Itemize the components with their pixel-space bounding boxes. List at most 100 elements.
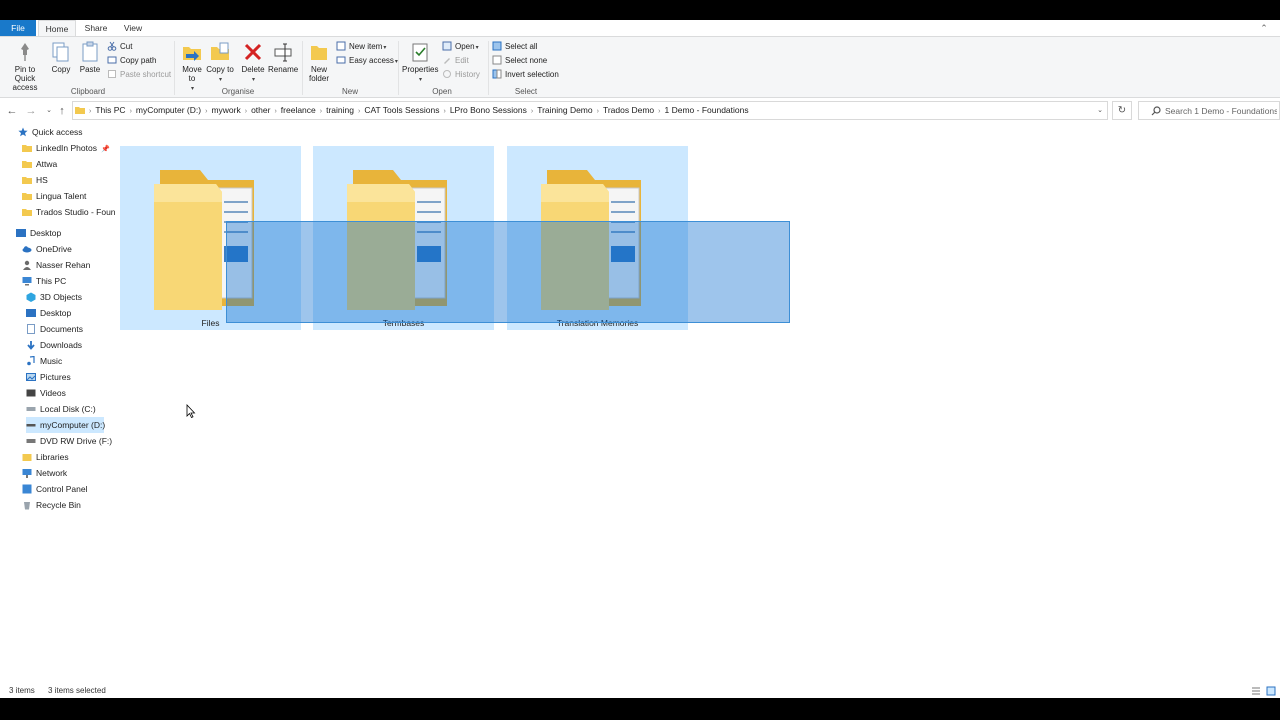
nav-pc-item[interactable]: DVD RW Drive (F:) (26, 433, 112, 449)
breadcrumb-item[interactable]: training (324, 102, 356, 119)
control-panel-icon (22, 484, 32, 494)
delete-label: Delete ▾ (241, 65, 265, 83)
pin-icon[interactable]: 📌 (101, 146, 110, 153)
address-bar[interactable]: › This PC › myComputer (D:) › mywork › other › fr… (72, 101, 1108, 120)
tab-home[interactable]: Home (38, 20, 76, 36)
copy-to-button[interactable]: Copy to ▾ (206, 41, 234, 85)
nav-pc-item[interactable]: Pictures (26, 369, 71, 385)
nav-item-label: Recycle Bin (36, 500, 81, 510)
nav-network[interactable]: Network (22, 465, 67, 481)
delete-x-icon (244, 43, 262, 61)
nav-quick-access[interactable]: Quick access (18, 124, 83, 140)
nav-item-label: HS (36, 175, 48, 185)
nav-control-panel[interactable]: Control Panel (22, 481, 88, 497)
new-folder-button[interactable]: New folder (304, 41, 334, 85)
move-to-button[interactable]: Move to ▾ (178, 41, 206, 92)
search-input[interactable] (1165, 102, 1277, 119)
nav-item-label: Libraries (36, 452, 69, 462)
paste-label: Paste (79, 65, 101, 74)
nav-item-label: DVD RW Drive (F:) (40, 436, 113, 446)
paste-shortcut-button[interactable]: Paste shortcut (107, 69, 171, 81)
nav-quick-item[interactable]: HS (22, 172, 48, 188)
nav-pc-item[interactable]: Downloads (26, 337, 82, 353)
folder-icon (22, 193, 32, 200)
breadcrumb-item[interactable]: CAT Tools Sessions (362, 102, 441, 119)
address-dropdown-chevron-icon[interactable]: ⌄ (1097, 102, 1103, 119)
breadcrumb-item[interactable]: myComputer (D:) (134, 102, 203, 119)
refresh-icon[interactable]: ↻ (1112, 101, 1132, 120)
select-all-button[interactable]: Select all (492, 41, 537, 53)
nav-pc-item[interactable]: 3D Objects (26, 289, 82, 305)
recent-locations-chevron-icon[interactable]: ⌄ (42, 104, 56, 118)
nav-user[interactable]: Nasser Rehan (22, 257, 90, 273)
nav-libraries[interactable]: Libraries (22, 449, 69, 465)
breadcrumb-item[interactable]: other (249, 102, 272, 119)
breadcrumb-item[interactable]: Training Demo (535, 102, 594, 119)
large-icons-view-icon[interactable] (1266, 686, 1276, 696)
nav-pc-item[interactable]: Desktop (26, 305, 71, 321)
mouse-cursor-icon (186, 404, 196, 418)
copy-path-button[interactable]: Copy path (107, 55, 156, 67)
folder-icon (75, 107, 85, 114)
history-icon (443, 70, 451, 78)
paste-button[interactable]: Paste (76, 41, 104, 85)
video-icon (26, 389, 36, 397)
nav-item-label: This PC (36, 276, 67, 286)
invert-selection-button[interactable]: Invert selection (492, 69, 559, 81)
easy-access-label: Easy access (349, 56, 394, 65)
back-arrow-icon[interactable]: ← (5, 104, 19, 118)
nav-pc-item[interactable]: myComputer (D:) (26, 417, 105, 433)
details-view-icon[interactable] (1251, 686, 1261, 696)
tab-file[interactable]: File (0, 20, 36, 36)
breadcrumb-item[interactable]: freelance (279, 102, 318, 119)
cut-button[interactable]: Cut (107, 41, 132, 53)
tab-view[interactable]: View (116, 20, 150, 36)
nav-onedrive[interactable]: OneDrive (22, 241, 72, 257)
navigation-pane: Quick access LinkedIn Photos 📌 Attwa HS Lingu… (0, 124, 116, 684)
nav-quick-item[interactable]: Trados Studio - Foun (22, 204, 116, 220)
nav-item-label: Network (36, 468, 68, 478)
breadcrumb-item[interactable]: 1 Demo - Foundations (663, 102, 751, 119)
nav-pc-item[interactable]: Videos (26, 385, 66, 401)
nav-pc-item[interactable]: Music (26, 353, 62, 369)
copy-button[interactable]: Copy (46, 41, 76, 85)
breadcrumb-item[interactable]: LPro Bono Sessions (448, 102, 529, 119)
select-none-button[interactable]: Select none (492, 55, 547, 67)
nav-desktop[interactable]: Desktop (16, 225, 61, 241)
nav-item-label: Trados Studio - Foun (36, 207, 116, 217)
rename-button[interactable]: Rename (268, 41, 298, 85)
breadcrumb-item[interactable]: Trados Demo (601, 102, 656, 119)
nav-quick-item[interactable]: Lingua Talent (22, 188, 86, 204)
properties-button[interactable]: Properties ▾ (402, 41, 438, 85)
chevron-up-icon[interactable]: ⌃ (1256, 22, 1272, 34)
nav-recycle-bin[interactable]: Recycle Bin (22, 497, 81, 513)
delete-button[interactable]: Delete ▾ (238, 41, 268, 85)
nav-pc-item[interactable]: Documents (26, 321, 83, 337)
drive-icon (26, 424, 36, 427)
breadcrumb-item[interactable]: mywork (209, 102, 242, 119)
nav-item-label: Downloads (40, 340, 83, 350)
nav-item-label: Attwa (36, 159, 58, 169)
nav-this-pc[interactable]: This PC (22, 273, 66, 289)
up-arrow-icon[interactable]: ↑ (55, 104, 69, 118)
edit-button[interactable]: Edit (442, 55, 469, 67)
forward-arrow-icon[interactable]: → (24, 104, 38, 118)
open-button[interactable]: Open▾ (442, 41, 479, 53)
pin-to-quick-access-button[interactable]: Pin to Quick access (4, 41, 46, 92)
nav-item-label: Nasser Rehan (36, 260, 91, 270)
ribbon: Pin to Quick access Copy Paste Cut Copy … (0, 36, 1280, 98)
ribbon-separator (302, 41, 303, 95)
open-label: Open (455, 42, 475, 51)
new-item-button[interactable]: New item▾ (336, 41, 386, 53)
ribbon-separator (398, 41, 399, 95)
nav-quick-item[interactable]: LinkedIn Photos 📌 (22, 140, 110, 156)
nav-quick-item[interactable]: Attwa (22, 156, 57, 172)
history-button[interactable]: History (442, 69, 480, 81)
easy-access-button[interactable]: Easy access▾ (336, 55, 398, 67)
library-icon (22, 454, 32, 461)
breadcrumb-item[interactable]: This PC (93, 102, 127, 119)
paste-shortcut-icon (108, 70, 116, 78)
nav-pc-item[interactable]: Local Disk (C:) (26, 401, 96, 417)
tab-share[interactable]: Share (78, 20, 114, 36)
search-box[interactable] (1138, 101, 1280, 120)
